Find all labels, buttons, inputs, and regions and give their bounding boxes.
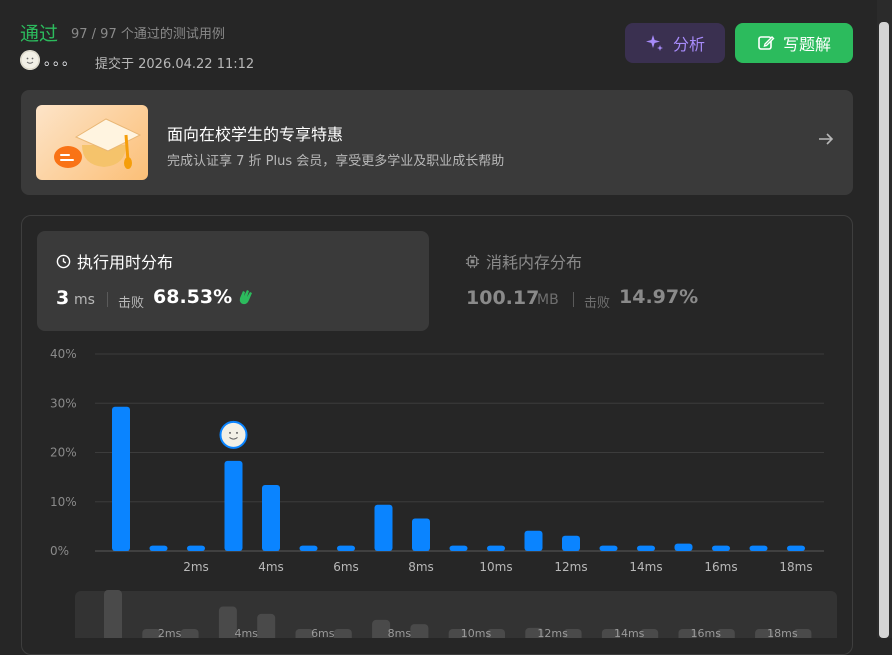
y-tick-label: 30% (50, 396, 77, 410)
minimap-tick-label: 16ms (691, 627, 722, 638)
runtime-bar[interactable] (374, 504, 393, 551)
x-tick-label: 2ms (183, 560, 209, 574)
user-avatar-marker[interactable] (219, 420, 248, 449)
runtime-bar[interactable] (449, 545, 468, 551)
runtime-bar[interactable] (562, 535, 580, 551)
y-tick-label: 0% (50, 544, 69, 558)
marker-eye (236, 431, 238, 434)
x-tick-label: 4ms (258, 560, 284, 574)
minimap-bar (410, 624, 429, 638)
minimap-tick-label: 10ms (461, 627, 492, 638)
x-tick-label: 16ms (704, 560, 737, 574)
minimap-bar (257, 613, 276, 638)
runtime-bar[interactable] (149, 545, 168, 551)
scrollbar-thumb[interactable] (879, 22, 889, 638)
x-tick-label: 12ms (554, 560, 587, 574)
x-tick-label: 8ms (408, 560, 434, 574)
minimap-tick-label: 4ms (234, 627, 258, 638)
runtime-bar[interactable] (674, 543, 693, 551)
runtime-bar[interactable] (599, 545, 618, 551)
y-tick-label: 40% (50, 347, 77, 361)
x-tick-label: 10ms (479, 560, 512, 574)
minimap-tick-label: 8ms (388, 627, 412, 638)
y-tick-label: 10% (50, 495, 77, 509)
minimap-tick-label: 12ms (537, 627, 568, 638)
runtime-bar[interactable] (712, 545, 730, 551)
runtime-bar[interactable] (412, 518, 430, 551)
runtime-bar[interactable] (299, 545, 318, 551)
x-tick-label: 18ms (779, 560, 812, 574)
x-tick-label: 6ms (333, 560, 359, 574)
minimap-tick-label: 6ms (311, 627, 335, 638)
runtime-distribution-chart: 40% 30% 20% 10% 0% 2ms 4ms 6ms 8ms 10ms 12ms 14ms 1… (50, 347, 837, 638)
runtime-bar[interactable] (224, 460, 243, 551)
x-tick-label: 14ms (629, 560, 662, 574)
runtime-bar[interactable] (337, 545, 355, 551)
runtime-bar[interactable] (187, 545, 205, 551)
runtime-bar[interactable] (262, 485, 280, 551)
runtime-bar[interactable] (749, 545, 768, 551)
marker-eye (229, 431, 231, 434)
minimap-tick-label: 2ms (158, 627, 182, 638)
runtime-bar[interactable] (637, 545, 655, 551)
y-tick-label: 20% (50, 446, 77, 460)
minimap-bar (333, 629, 352, 638)
runtime-bar[interactable] (524, 530, 543, 551)
minimap-bar (104, 590, 122, 638)
runtime-bar[interactable] (487, 545, 505, 551)
minimap-bar (180, 629, 199, 638)
minimap-tick-label: 14ms (614, 627, 645, 638)
runtime-bar[interactable] (787, 545, 805, 551)
minimap-tick-label: 18ms (767, 627, 798, 638)
runtime-bar[interactable] (112, 406, 130, 551)
